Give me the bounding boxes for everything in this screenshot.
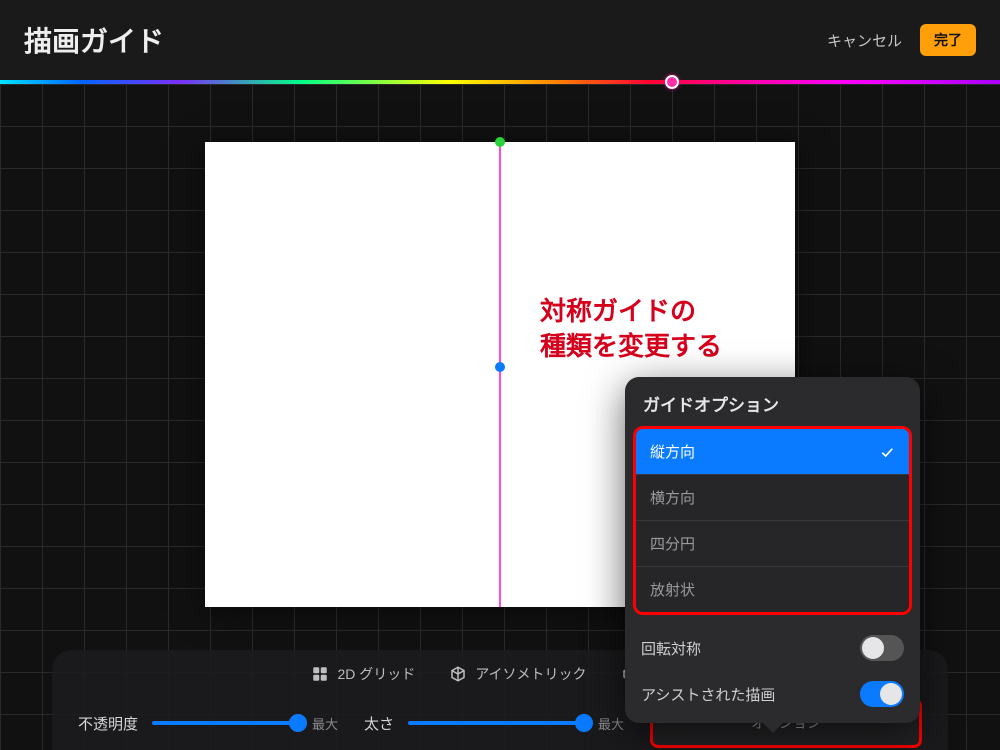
opacity-slider-block: 不透明度 最大 xyxy=(78,713,338,734)
popover-tail xyxy=(763,723,783,733)
page-title: 描画ガイド xyxy=(24,20,827,60)
symmetry-top-handle[interactable] xyxy=(495,137,505,147)
mode-2d-grid-label: 2D グリッド xyxy=(337,664,415,684)
mode-isometric-label: アイソメトリック xyxy=(475,664,586,684)
symmetry-option-horizontal-label: 横方向 xyxy=(650,487,695,508)
symmetry-option-vertical[interactable]: 縦方向 xyxy=(636,429,909,474)
opacity-label: 不透明度 xyxy=(78,713,138,734)
grid-icon xyxy=(311,665,329,683)
assisted-drawing-toggle[interactable] xyxy=(860,681,904,707)
check-icon xyxy=(879,444,895,460)
annotation-text: 対称ガイドの 種類を変更する xyxy=(540,294,722,364)
thickness-slider[interactable] xyxy=(408,721,584,725)
rotational-symmetry-label: 回転対称 xyxy=(641,638,701,659)
canvas-stage: 対称ガイドの 種類を変更する ガイドオプション 縦方向 横方向 四分円 放射状 … xyxy=(0,84,1000,750)
cancel-button[interactable]: キャンセル xyxy=(827,30,902,51)
done-button[interactable]: 完了 xyxy=(920,24,976,56)
symmetry-guide-line[interactable] xyxy=(499,142,501,607)
symmetry-option-radial[interactable]: 放射状 xyxy=(636,566,909,612)
popover-title: ガイドオプション xyxy=(625,377,920,426)
symmetry-option-vertical-label: 縦方向 xyxy=(650,441,695,462)
rotational-symmetry-toggle[interactable] xyxy=(860,635,904,661)
annotation-line2: 種類を変更する xyxy=(540,331,722,361)
thickness-slider-block: 太さ 最大 xyxy=(364,713,624,734)
symmetry-type-list: 縦方向 横方向 四分円 放射状 xyxy=(633,426,912,615)
symmetry-option-horizontal[interactable]: 横方向 xyxy=(636,474,909,520)
cube-icon xyxy=(449,665,467,683)
guide-options-popover: ガイドオプション 縦方向 横方向 四分円 放射状 回転対称 アシストされた xyxy=(625,377,920,723)
annotation-line1: 対称ガイドの xyxy=(540,296,696,326)
opacity-value: 最大 xyxy=(312,714,338,733)
color-spectrum-slider[interactable] xyxy=(0,80,1000,84)
symmetry-option-quadrant[interactable]: 四分円 xyxy=(636,520,909,566)
symmetry-option-radial-label: 放射状 xyxy=(650,579,695,600)
symmetry-center-handle[interactable] xyxy=(495,362,505,372)
mode-isometric[interactable]: アイソメトリック xyxy=(449,664,586,684)
assisted-drawing-row: アシストされた描画 xyxy=(625,671,920,717)
rotational-symmetry-row: 回転対称 xyxy=(625,625,920,671)
thickness-label: 太さ xyxy=(364,713,394,734)
opacity-thumb[interactable] xyxy=(289,714,307,732)
thickness-thumb[interactable] xyxy=(575,714,593,732)
thickness-value: 最大 xyxy=(598,714,624,733)
opacity-slider[interactable] xyxy=(152,721,298,725)
symmetry-option-quadrant-label: 四分円 xyxy=(650,533,695,554)
mode-2d-grid[interactable]: 2D グリッド xyxy=(311,664,415,684)
assisted-drawing-label: アシストされた描画 xyxy=(641,684,775,705)
top-bar: 描画ガイド キャンセル 完了 xyxy=(0,0,1000,80)
